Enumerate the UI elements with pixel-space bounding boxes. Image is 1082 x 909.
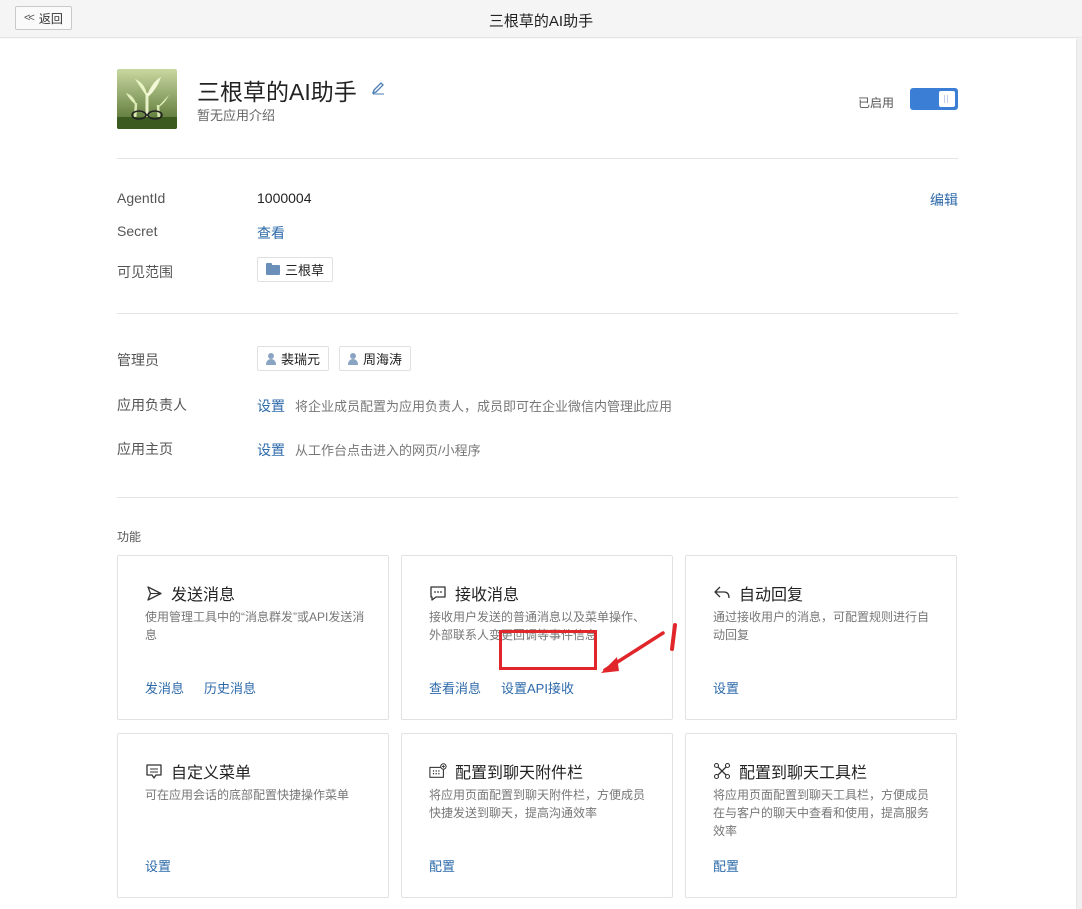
admin-label: 管理员 [117, 352, 159, 368]
agentid-value: 1000004 [257, 190, 312, 206]
scope-label: 可见范围 [117, 264, 173, 280]
app-header: 三根草的AI助手 暂无应用介绍 已启用 [117, 69, 958, 129]
card-title: 自定义菜单 [145, 759, 251, 783]
card-actions: 发消息 历史消息 [145, 678, 256, 697]
card-title: 发送消息 [145, 581, 235, 605]
homepage-set-link[interactable]: 设置 [257, 442, 285, 458]
window-title: 三根草的AI助手 [488, 13, 594, 30]
annotation-highlight-box [499, 630, 597, 670]
app-description: 暂无应用介绍 [197, 108, 276, 123]
person-icon [348, 352, 358, 365]
admin-tag[interactable]: 周海涛 [339, 346, 412, 371]
annotation-arrow-icon [601, 623, 677, 673]
divider [117, 313, 958, 314]
card-title: 自动回复 [713, 581, 803, 605]
card-title-text: 自动回复 [739, 587, 804, 604]
custom-menu-set-link[interactable]: 设置 [145, 856, 171, 875]
enable-toggle[interactable] [910, 88, 958, 110]
feature-card-chat-toolbar: 配置到聊天工具栏 将应用页面配置到聊天工具栏，方便成员在与客户的聊天中查看和使用… [685, 733, 957, 898]
view-message-link[interactable]: 查看消息 [429, 678, 481, 697]
card-actions: 设置 [145, 856, 171, 875]
edit-link[interactable]: 编辑 [930, 190, 958, 210]
card-title-text: 配置到聊天工具栏 [739, 765, 868, 782]
divider [117, 497, 958, 498]
feature-card-auto-reply: 自动回复 通过接收用户的消息，可配置规则进行自动回复 设置 [685, 555, 957, 720]
person-icon [266, 352, 276, 365]
agentid-label: AgentId [117, 190, 166, 206]
toolbar-config-link[interactable]: 配置 [713, 856, 739, 875]
menu-icon [145, 762, 163, 780]
card-title: 接收消息 [429, 581, 519, 605]
toggle-knob [939, 91, 955, 107]
card-description: 使用管理工具中的“消息群发”或API发送消息 [145, 610, 365, 642]
feature-card-custom-menu: 自定义菜单 可在应用会话的底部配置快捷操作菜单 设置 [117, 733, 389, 898]
card-description: 通过接收用户的消息，可配置规则进行自动回复 [713, 610, 930, 642]
toolbar-icon [713, 762, 731, 780]
owner-row: 设置 将企业成员配置为应用负责人，成员即可在企业微信内管理此应用 [257, 396, 672, 416]
admin-tag[interactable]: 裴瑞元 [257, 346, 330, 371]
card-title: 配置到聊天附件栏 [429, 759, 583, 783]
card-description: 将应用页面配置到聊天附件栏，方便成员快捷发送到聊天，提高沟通效率 [429, 788, 646, 820]
card-title-text: 配置到聊天附件栏 [455, 765, 584, 782]
card-title-text: 自定义菜单 [171, 765, 252, 782]
main-panel: 三根草的AI助手 暂无应用介绍 已启用 AgentId 1000004 编辑 S… [0, 39, 1076, 909]
card-description: 将应用页面配置到聊天工具栏，方便成员在与客户的聊天中查看和使用，提高服务效率 [713, 788, 930, 838]
card-actions: 配置 [429, 856, 455, 875]
owner-label: 应用负责人 [117, 397, 187, 413]
admin-name: 周海涛 [363, 352, 403, 367]
send-message-link[interactable]: 发消息 [145, 678, 184, 697]
set-api-receive-link[interactable]: 设置API接收 [501, 678, 574, 697]
feature-card-send-message: 发送消息 使用管理工具中的“消息群发”或API发送消息 发消息 历史消息 [117, 555, 389, 720]
features-section-title: 功能 [117, 530, 142, 544]
app-name: 三根草的AI助手 [197, 73, 385, 107]
owner-set-link[interactable]: 设置 [257, 398, 285, 414]
folder-icon [266, 262, 280, 275]
feature-card-chat-attachment-bar: 配置到聊天附件栏 将应用页面配置到聊天附件栏，方便成员快捷发送到聊天，提高沟通效… [401, 733, 673, 898]
chat-icon [429, 584, 447, 602]
app-name-text: 三根草的AI助手 [197, 79, 357, 105]
divider [117, 158, 958, 159]
card-actions: 查看消息 设置API接收 [429, 678, 574, 697]
homepage-hint: 从工作台点击进入的网页/小程序 [295, 443, 481, 458]
attachment-bar-config-link[interactable]: 配置 [429, 856, 455, 875]
auto-reply-set-link[interactable]: 设置 [713, 678, 739, 697]
homepage-label: 应用主页 [117, 441, 173, 457]
homepage-row: 设置 从工作台点击进入的网页/小程序 [257, 440, 481, 460]
history-message-link[interactable]: 历史消息 [204, 678, 256, 697]
card-title: 配置到聊天工具栏 [713, 759, 867, 783]
scope-tag-label: 三根草 [285, 263, 325, 278]
card-title-text: 发送消息 [171, 587, 236, 604]
card-description: 可在应用会话的底部配置快捷操作菜单 [145, 788, 350, 802]
secret-view-link[interactable]: 查看 [257, 223, 285, 243]
top-bar: << 返回 三根草的AI助手 [0, 0, 1082, 38]
attachment-bar-icon [429, 762, 447, 780]
secret-label: Secret [117, 223, 158, 239]
edit-pen-icon[interactable] [371, 81, 385, 99]
card-title-text: 接收消息 [455, 587, 520, 604]
scope-tag[interactable]: 三根草 [257, 257, 334, 282]
reply-icon [713, 584, 731, 602]
send-icon [145, 584, 163, 602]
card-actions: 设置 [713, 678, 739, 697]
app-logo [117, 69, 177, 129]
admin-name: 裴瑞元 [281, 352, 321, 367]
status-label: 已启用 [857, 96, 894, 110]
card-actions: 配置 [713, 856, 739, 875]
owner-hint: 将企业成员配置为应用负责人，成员即可在企业微信内管理此应用 [295, 399, 673, 414]
scrollbar[interactable] [1076, 39, 1082, 909]
